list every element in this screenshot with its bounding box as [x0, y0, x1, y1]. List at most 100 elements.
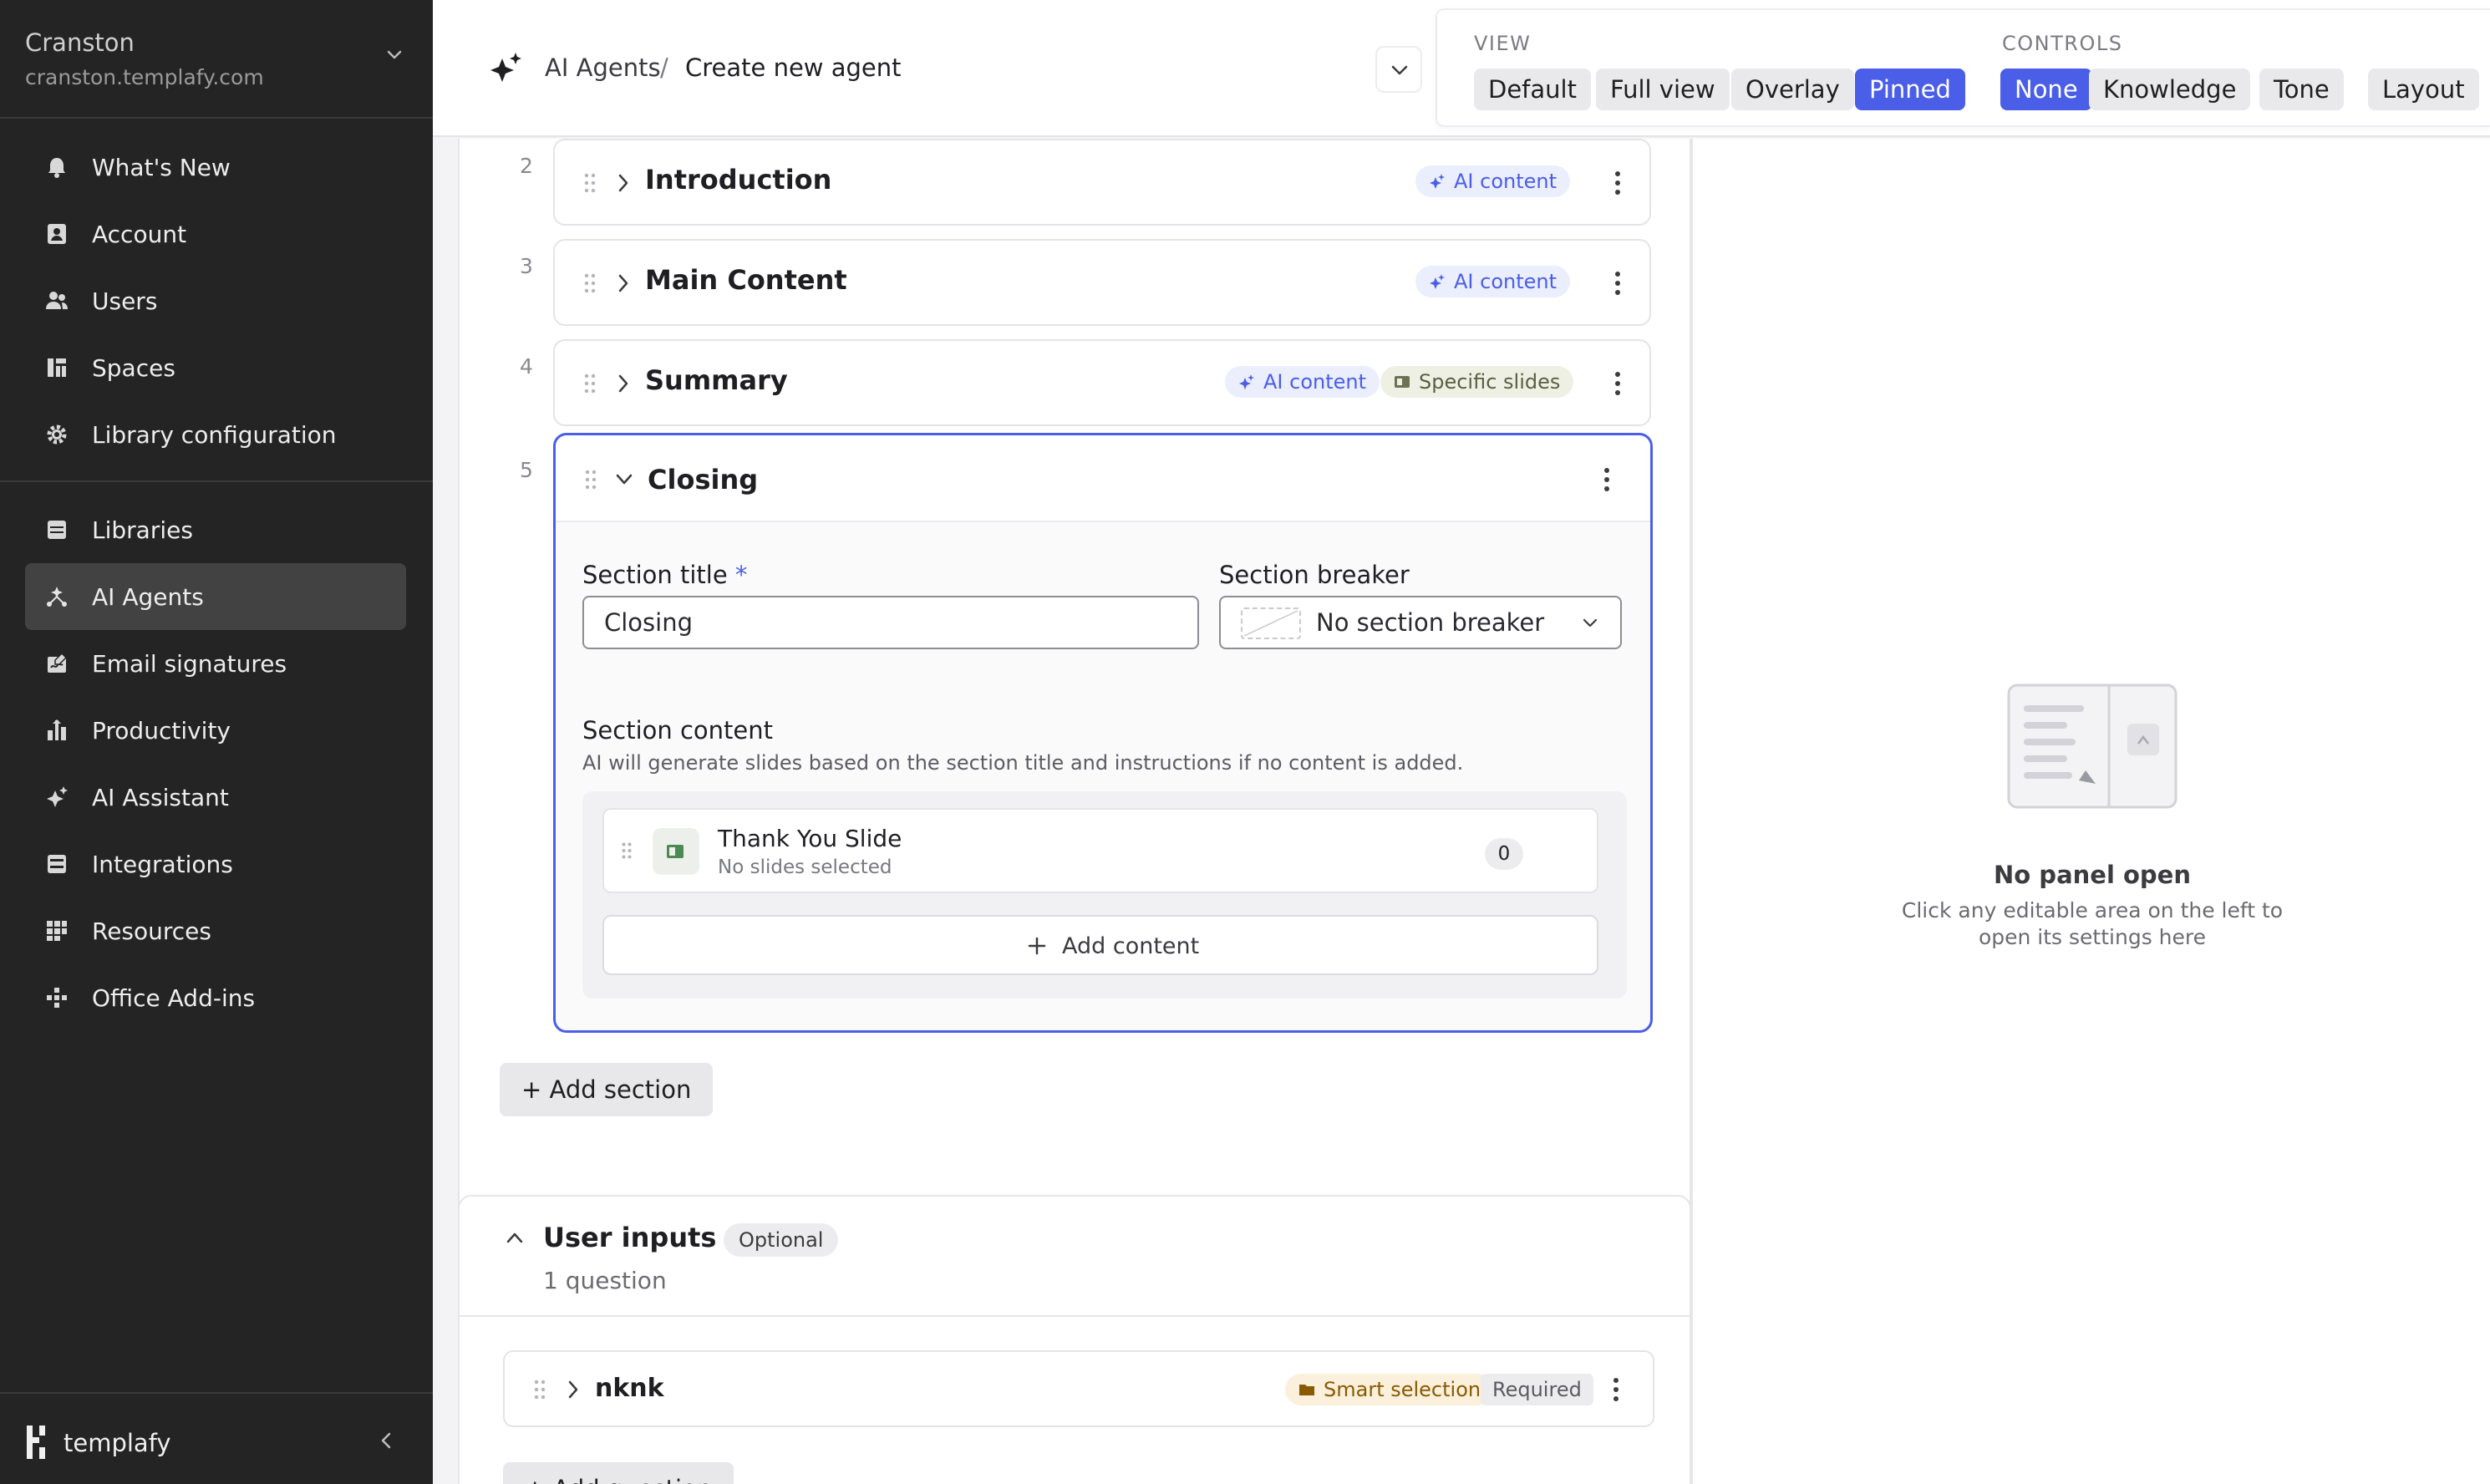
sparkle-icon: [1430, 274, 1445, 289]
section-content-label: Section content: [582, 716, 773, 745]
add-question-button[interactable]: + Add question: [503, 1462, 734, 1484]
view-option-pinned[interactable]: Pinned: [1855, 69, 1965, 110]
section-number: 5: [520, 458, 533, 482]
addins-icon: [47, 988, 67, 1008]
drag-handle-icon[interactable]: [621, 841, 633, 860]
top-bar: AI Agents / Create new agent VIEW Defaul…: [433, 0, 2490, 137]
sidebar-item-label: Libraries: [92, 516, 193, 544]
section-number: 4: [520, 354, 533, 379]
add-content-button[interactable]: Add content: [602, 915, 1598, 975]
drag-handle-icon[interactable]: [583, 373, 597, 394]
sidebar-item-label: AI Agents: [92, 583, 204, 611]
gear-icon: [47, 424, 67, 445]
more-options-icon[interactable]: [1603, 467, 1610, 492]
sidebar-item-label: Resources: [92, 917, 211, 945]
section-breaker-select[interactable]: No section breaker: [1219, 596, 1622, 649]
breadcrumb-ai-agents[interactable]: AI Agents: [545, 53, 661, 82]
section-content-list: Thank You Slide No slides selected 0 Add…: [582, 791, 1627, 999]
drag-handle-icon[interactable]: [533, 1379, 546, 1400]
section-closing-expanded: Closing Section title * Closing Section …: [553, 433, 1653, 1033]
workspace-url: cranston.templafy.com: [25, 65, 264, 89]
section-header[interactable]: Closing: [556, 435, 1650, 522]
ai-content-tag: AI content: [1415, 165, 1571, 197]
chevron-up-icon[interactable]: [505, 1230, 525, 1245]
view-option-overlay[interactable]: Overlay: [1731, 69, 1854, 110]
drag-handle-icon[interactable]: [583, 172, 597, 194]
content-item-thank-you-slide[interactable]: Thank You Slide No slides selected 0: [602, 808, 1598, 893]
sidebar-item-users[interactable]: Users: [25, 267, 406, 334]
section-row-introduction[interactable]: Introduction AI content: [553, 139, 1651, 226]
control-option-layout[interactable]: Layout: [2368, 69, 2479, 110]
empty-panel-illustration-icon: [2007, 684, 2177, 809]
drag-handle-icon[interactable]: [583, 272, 597, 294]
control-option-none[interactable]: None: [2000, 69, 2092, 110]
templafy-logo-icon: [27, 1426, 45, 1459]
page-title: Create new agent: [685, 53, 902, 82]
section-title: Closing: [648, 464, 759, 496]
sidebar-item-libraries[interactable]: Libraries: [25, 496, 406, 563]
chevron-right-icon[interactable]: [617, 172, 630, 194]
breadcrumb-separator: /: [660, 53, 668, 82]
user-inputs-count: 1 question: [543, 1267, 667, 1294]
sidebar-item-productivity[interactable]: Productivity: [25, 697, 406, 764]
control-option-knowledge[interactable]: Knowledge: [2089, 69, 2251, 110]
plus-icon: [1028, 937, 1046, 955]
view-option-default[interactable]: Default: [1474, 69, 1591, 110]
sidebar-item-integrations[interactable]: Integrations: [25, 831, 406, 897]
smart-selection-tag: Smart selection: [1285, 1374, 1495, 1405]
user-input-title: nknk: [595, 1374, 664, 1403]
ai-content-tag: AI content: [1225, 366, 1380, 398]
drag-handle-icon[interactable]: [584, 469, 597, 490]
slides-icon: [1395, 376, 1410, 388]
user-input-row[interactable]: nknk Smart selection Required: [503, 1350, 1654, 1427]
section-number: 3: [520, 254, 533, 278]
chevron-right-icon[interactable]: [617, 373, 630, 394]
view-option-full-view[interactable]: Full view: [1596, 69, 1730, 110]
more-options-icon[interactable]: [1614, 371, 1621, 396]
brand-name: templafy: [64, 1429, 171, 1457]
section-title-label: Section title *: [582, 561, 748, 589]
signature-icon: [48, 652, 68, 673]
sidebar-item-label: Spaces: [92, 354, 175, 382]
section-row-summary[interactable]: Summary AI content Specific slides: [553, 339, 1651, 426]
chevron-right-icon[interactable]: [567, 1379, 580, 1400]
sidebar-item-whats-new[interactable]: What's New: [25, 134, 406, 201]
sidebar-item-ai-agents[interactable]: AI Agents: [25, 563, 406, 630]
content-item-title: Thank You Slide: [718, 825, 902, 852]
more-options-icon[interactable]: [1613, 1377, 1619, 1402]
integrations-icon: [48, 855, 66, 873]
section-content-hint: AI will generate slides based on the sec…: [582, 751, 1464, 775]
slide-count-badge: 0: [1485, 838, 1523, 870]
sidebar: Cranston cranston.templafy.com What's Ne…: [0, 0, 433, 1484]
header-dropdown-button[interactable]: [1375, 46, 1422, 93]
chevron-right-icon[interactable]: [617, 272, 630, 294]
sidebar-item-office-add-ins[interactable]: Office Add-ins: [25, 964, 406, 1031]
libraries-icon: [48, 521, 66, 539]
more-options-icon[interactable]: [1614, 170, 1621, 196]
add-section-button[interactable]: + Add section: [500, 1063, 714, 1116]
more-options-icon[interactable]: [1614, 271, 1621, 296]
sidebar-item-library-configuration[interactable]: Library configuration: [25, 401, 406, 468]
section-breaker-thumbnail: [1241, 607, 1301, 639]
collapse-sidebar-icon[interactable]: [378, 1431, 394, 1451]
sidebar-item-resources[interactable]: Resources: [25, 897, 406, 964]
sparkle-icon: [490, 53, 521, 82]
control-option-tone[interactable]: Tone: [2259, 69, 2344, 110]
sidebar-item-label: Email signatures: [92, 650, 287, 678]
chevron-down-icon: [387, 50, 402, 59]
section-title-input[interactable]: Closing: [582, 596, 1199, 649]
workspace-switcher[interactable]: Cranston cranston.templafy.com: [0, 0, 433, 119]
sidebar-item-email-signatures[interactable]: Email signatures: [25, 630, 406, 697]
sidebar-footer: templafy: [0, 1392, 433, 1484]
user-inputs-card: User inputs Optional 1 question nknk Sma…: [458, 1195, 1691, 1484]
sidebar-item-spaces[interactable]: Spaces: [25, 334, 406, 401]
section-row-main-content[interactable]: Main Content AI content: [553, 239, 1651, 326]
section-number: 2: [520, 154, 533, 178]
view-controls-panel: VIEW Default Full view Overlay Pinned CO…: [1436, 8, 2490, 127]
chevron-down-icon[interactable]: [614, 472, 634, 487]
section-title: Introduction: [645, 164, 832, 196]
sparkle-icon: [1239, 374, 1254, 389]
sidebar-item-account[interactable]: Account: [25, 201, 406, 267]
sidebar-item-ai-assistant[interactable]: AI Assistant: [25, 764, 406, 831]
productivity-icon: [48, 719, 66, 740]
